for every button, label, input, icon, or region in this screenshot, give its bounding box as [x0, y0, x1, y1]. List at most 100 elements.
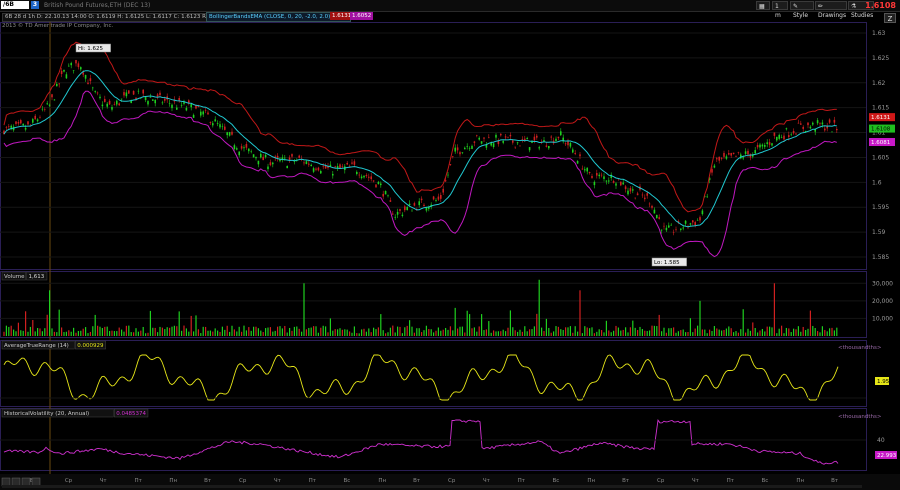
volume-bar [20, 330, 22, 336]
candle-body [653, 209, 656, 214]
volume-bar [303, 283, 305, 336]
candle-body [584, 169, 586, 171]
volume-tick-label: 10,000 [872, 315, 893, 322]
candle-body [389, 200, 392, 202]
candle-body [128, 90, 130, 94]
candle-body [598, 174, 600, 177]
candle-body [449, 163, 452, 165]
volume-bar [22, 330, 24, 336]
volume-bar [82, 328, 84, 336]
candle-body [70, 63, 72, 66]
candle-body [464, 147, 466, 150]
candle-body [444, 180, 447, 182]
candle-body [809, 126, 812, 129]
candle-body [207, 112, 209, 115]
candle-body [341, 165, 344, 167]
candle-body [447, 174, 449, 176]
candle-body [236, 148, 238, 150]
time-axis-label: Пн [796, 478, 804, 484]
candle-body [516, 142, 519, 144]
volume-bar [605, 320, 607, 336]
volume-bar [596, 331, 598, 336]
volume-bar [593, 333, 595, 336]
zoom-in-icon[interactable] [1, 477, 11, 487]
price-tag-upper: 1.6131 [869, 113, 895, 122]
svg-text:1.6131: 1.6131 [871, 115, 890, 121]
time-axis-label: Ср [65, 478, 73, 484]
candle-body [406, 206, 408, 211]
atr-label[interactable]: AverageTrueRange (14) 0.000929 [1, 340, 106, 350]
pan-icon[interactable] [21, 477, 31, 487]
candle-body [420, 198, 423, 201]
volume-bar [473, 327, 475, 336]
candle-body [780, 137, 783, 138]
hv-label[interactable]: HistoricalVolatility (20, Annual) 0.04853… [1, 408, 149, 418]
candle-body [454, 147, 456, 152]
volume-bar [507, 327, 509, 336]
price-tag-lower: 1.6081 [869, 138, 895, 147]
candle-body [356, 171, 358, 175]
candle-body [579, 154, 581, 157]
volume-bar [368, 328, 370, 336]
candle-body [262, 156, 264, 161]
candle-body [694, 222, 696, 226]
volume-bar [807, 328, 809, 336]
volume-bar [682, 329, 684, 336]
zoom-out-icon[interactable] [11, 477, 21, 487]
candle-body [771, 143, 773, 146]
volume-bar [68, 330, 70, 336]
volume-bar [75, 332, 77, 336]
candle-body [735, 155, 737, 157]
candle-body [353, 161, 356, 165]
chart-canvas[interactable]: 1.631.6251.621.6151.611.6051.61.5951.591… [0, 0, 900, 490]
time-axis-label: Вт [413, 478, 421, 484]
volume-bar [675, 332, 677, 336]
candle-body [634, 197, 636, 199]
volume-bar [785, 327, 787, 336]
volume-tick-label: 30,000 [872, 280, 893, 287]
volume-bar [130, 332, 132, 336]
volume-bar [334, 329, 336, 336]
price-tick-label: 1.595 [872, 204, 889, 211]
volume-bar [190, 315, 192, 336]
volume-bar [373, 327, 375, 336]
volume-bar [613, 330, 615, 336]
candle-body [792, 130, 795, 134]
volume-bar [569, 326, 571, 336]
volume-bar [298, 328, 300, 336]
volume-bar [238, 326, 240, 336]
atr-value-tag: 1.95 [875, 377, 890, 385]
volume-label[interactable]: Volume 1,613 [1, 271, 48, 281]
candle-body [267, 166, 269, 170]
candle-body [759, 144, 761, 148]
volume-bar [65, 331, 67, 336]
volume-bar [713, 326, 715, 336]
volume-bar [392, 325, 394, 336]
volume-bar [58, 309, 60, 336]
volume-bar [44, 328, 46, 336]
candle-body [442, 188, 444, 193]
candle-body [334, 166, 336, 168]
volume-bar [754, 327, 756, 336]
candle-body [183, 102, 185, 104]
candle-body [660, 229, 663, 231]
candle-body [615, 183, 617, 186]
volume-bar [34, 331, 36, 336]
candle-body [692, 220, 694, 223]
volume-bar [200, 333, 202, 336]
volume-bar [401, 333, 403, 336]
reset-icon[interactable] [31, 477, 41, 487]
candle-body [658, 217, 660, 219]
volume-bar [742, 309, 744, 336]
horizontal-scrollbar[interactable] [2, 485, 862, 488]
candle-body [572, 149, 574, 153]
volume-bar [140, 330, 142, 336]
candle-body [228, 132, 231, 136]
candle-body [720, 158, 723, 159]
volume-bar [113, 331, 115, 336]
candle-body [346, 162, 348, 165]
volume-bar [265, 328, 267, 336]
time-axis-label: Вс [553, 478, 560, 484]
candle-body [84, 74, 87, 79]
volume-bar [267, 327, 269, 336]
